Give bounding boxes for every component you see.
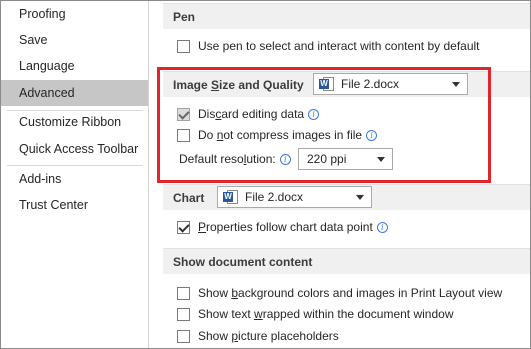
use-pen-checkbox[interactable] (177, 39, 190, 53)
section-header-pen: Pen (163, 3, 530, 29)
show-text-wrapped-label: Show text wrapped within the document wi… (198, 307, 454, 321)
chevron-down-icon (356, 195, 364, 200)
sidebar-item-add-ins[interactable]: Add-ins (1, 166, 148, 192)
sidebar-item-trust-center[interactable]: Trust Center (1, 192, 148, 218)
show-background-label: Show background colors and images in Pri… (198, 286, 503, 300)
show-background-checkbox[interactable] (177, 286, 190, 300)
chart-follow-option[interactable]: Properties follow chart data point i (177, 218, 388, 236)
show-picture-placeholders-label: Show picture placeholders (198, 329, 339, 343)
show-text-wrapped-checkbox[interactable] (177, 307, 190, 321)
use-pen-option[interactable]: Use pen to select and interact with cont… (177, 37, 480, 55)
show-picture-placeholders-option[interactable]: Show picture placeholders (177, 327, 339, 345)
chart-follow-label: Properties follow chart data point (198, 220, 373, 234)
options-sidebar: Proofing Save Language Advanced Customiz… (1, 1, 149, 348)
highlight-box (157, 67, 491, 183)
sidebar-item-advanced[interactable]: Advanced (1, 80, 148, 106)
sidebar-item-proofing[interactable]: Proofing (1, 1, 148, 27)
info-icon[interactable]: i (376, 221, 388, 233)
word-document-icon: W (223, 189, 239, 205)
sidebar-item-language[interactable]: Language (1, 53, 148, 79)
chart-follow-checkbox[interactable] (177, 220, 190, 234)
show-background-option[interactable]: Show background colors and images in Pri… (177, 284, 502, 302)
sidebar-item-save[interactable]: Save (1, 27, 148, 53)
chart-file-value: File 2.docx (245, 190, 304, 204)
section-title-pen: Pen (173, 10, 196, 24)
show-picture-placeholders-checkbox[interactable] (177, 329, 190, 343)
section-title-chart: Chart (173, 191, 205, 205)
chart-file-dropdown[interactable]: W File 2.docx (217, 186, 372, 208)
show-text-wrapped-option[interactable]: Show text wrapped within the document wi… (177, 305, 453, 323)
options-window: Proofing Save Language Advanced Customiz… (0, 0, 531, 349)
sidebar-item-quick-access-toolbar[interactable]: Quick Access Toolbar (1, 136, 148, 162)
sidebar-item-customize-ribbon[interactable]: Customize Ribbon (1, 109, 148, 135)
section-title-show-document-content: Show document content (173, 255, 313, 269)
use-pen-label: Use pen to select and interact with cont… (198, 39, 480, 53)
section-header-show-document-content: Show document content (163, 248, 530, 274)
